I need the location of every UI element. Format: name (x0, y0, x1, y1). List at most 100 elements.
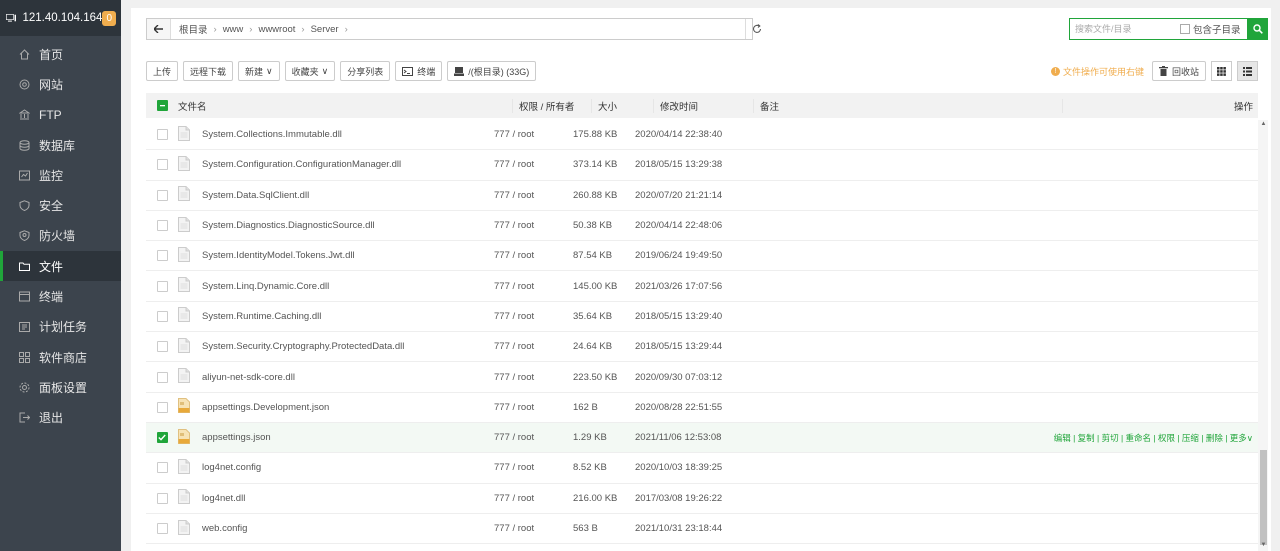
share-list-button[interactable]: 分享列表 (340, 61, 391, 81)
row-checkbox[interactable] (156, 523, 168, 534)
scroll-down-icon[interactable]: ▼ (1260, 542, 1267, 550)
row-checkbox[interactable] (156, 432, 168, 444)
file-permission[interactable]: 777 / root (488, 432, 567, 443)
table-row[interactable]: System.Data.SqlClient.dll 777 / root 260.8… (146, 181, 1258, 211)
file-name[interactable]: appsettings.Development.json (202, 402, 488, 413)
table-row[interactable]: System.Configuration.ConfigurationManage… (146, 150, 1258, 181)
table-row[interactable]: log4net.config 777 / root 8.52 KB 2020/10/0… (146, 453, 1258, 484)
file-name[interactable]: System.Security.Cryptography.ProtectedDa… (202, 341, 488, 352)
header-permission[interactable]: 权限 / 所有者 (512, 98, 591, 113)
sidebar-item-1[interactable]: 网站 (0, 69, 121, 99)
sidebar-item-2[interactable]: FTP (0, 100, 121, 130)
sidebar-item-7[interactable]: 文件 (0, 251, 121, 282)
table-row[interactable]: System.Security.Cryptography.ProtectedDa… (146, 332, 1258, 363)
table-row[interactable]: System.IdentityModel.Tokens.Jwt.dll 777 /… (146, 241, 1258, 272)
row-checkbox[interactable] (156, 492, 168, 504)
refresh-button[interactable] (745, 19, 767, 39)
table-row[interactable]: System.Runtime.Caching.dll 777 / root 35.6… (146, 302, 1258, 333)
file-permission[interactable]: 777 / root (488, 341, 567, 352)
sidebar-item-4[interactable]: 监控 (0, 160, 121, 190)
table-row[interactable]: System.Diagnostics.DiagnosticSource.dll 7… (146, 211, 1258, 242)
file-name[interactable]: appsettings.json (202, 432, 488, 443)
file-permission[interactable]: 777 / root (488, 311, 567, 322)
table-row[interactable]: System.Linq.Dynamic.Core.dll 777 / root 14… (146, 271, 1258, 302)
file-name[interactable]: web.config (202, 523, 488, 534)
terminal-button[interactable]: 终端 (395, 61, 443, 81)
file-name[interactable]: log4net.config (202, 462, 488, 473)
file-permission[interactable]: 777 / root (488, 493, 567, 504)
file-name[interactable]: log4net.dll (202, 493, 488, 504)
row-checkbox[interactable] (156, 129, 168, 141)
notification-badge[interactable]: 0 (102, 10, 116, 26)
file-permission[interactable]: 777 / root (488, 523, 567, 534)
file-permission[interactable]: 777 / root (488, 462, 567, 473)
row-checkbox[interactable] (156, 310, 168, 322)
breadcrumb-item[interactable]: 根目录 (177, 22, 210, 36)
row-checkbox[interactable] (156, 280, 168, 292)
sidebar-item-5[interactable]: 安全 (0, 190, 121, 220)
breadcrumb-item[interactable]: Server (309, 24, 341, 35)
search-button[interactable] (1248, 18, 1268, 40)
table-row[interactable]: appsettings.Development.json 777 / root 16… (146, 393, 1258, 423)
header-modified-time[interactable]: 修改时间 (653, 98, 753, 113)
favorites-button[interactable]: 收藏夹 ∨ (284, 61, 336, 81)
row-checkbox[interactable] (156, 341, 168, 353)
header-size[interactable]: 大小 (591, 98, 653, 113)
row-operation-links[interactable]: 编辑 | 复制 | 剪切 | 重命名 | 权限 | 压缩 | 删除 | 更多∨ (1054, 433, 1253, 443)
file-name[interactable]: System.Configuration.ConfigurationManage… (202, 159, 488, 170)
row-checkbox[interactable] (156, 159, 168, 171)
icon-view-button[interactable] (1211, 61, 1232, 81)
row-checkbox[interactable] (156, 220, 168, 232)
sidebar-item-3[interactable]: 数据库 (0, 130, 121, 160)
sidebar-item-11[interactable]: 面板设置 (0, 372, 121, 402)
table-row[interactable]: aliyun-net-sdk-core.dll 777 / root 223.50 … (146, 362, 1258, 393)
table-row[interactable]: web.config 777 / root 563 B 2021/10/31 23:1… (146, 514, 1258, 545)
recycle-bin-button[interactable]: 回收站 (1151, 61, 1206, 81)
file-permission[interactable]: 777 / root (488, 129, 567, 140)
file-permission[interactable]: 777 / root (488, 190, 567, 201)
file-name[interactable]: System.Linq.Dynamic.Core.dll (202, 281, 488, 292)
include-subdir-toggle[interactable]: 包含子目录 (1180, 22, 1241, 36)
file-permission[interactable]: 777 / root (488, 220, 567, 231)
header-filename[interactable]: 文件名 (178, 99, 512, 113)
row-checkbox[interactable] (156, 371, 168, 383)
breadcrumb-item[interactable]: www (221, 24, 246, 35)
new-button[interactable]: 新建 ∨ (238, 61, 280, 81)
sidebar-item-6[interactable]: 防火墙 (0, 221, 121, 251)
disk-button[interactable]: /(根目录) (33G) (447, 61, 537, 81)
table-row[interactable]: appsettings.json 777 / root 1.29 KB 2021/11… (146, 422, 1258, 454)
file-name[interactable]: System.Collections.Immutable.dll (202, 129, 488, 140)
scroll-up-icon[interactable]: ▲ (1260, 121, 1267, 129)
row-checkbox[interactable] (156, 250, 168, 262)
back-button[interactable] (147, 19, 171, 39)
sidebar-item-10[interactable]: 软件商店 (0, 342, 121, 372)
file-name[interactable]: aliyun-net-sdk-core.dll (202, 372, 488, 383)
row-checkbox[interactable] (156, 462, 168, 474)
upload-button[interactable]: 上传 (146, 61, 179, 81)
select-all-checkbox[interactable] (156, 100, 168, 111)
sidebar-item-8[interactable]: 终端 (0, 281, 121, 311)
sidebar-item-12[interactable]: 退出 (0, 403, 121, 433)
row-checkbox[interactable] (156, 189, 168, 201)
file-name[interactable]: System.Diagnostics.DiagnosticSource.dll (202, 220, 488, 231)
file-permission[interactable]: 777 / root (488, 402, 567, 413)
file-permission[interactable]: 777 / root (488, 281, 567, 292)
context-menu-hint[interactable]: ! 文件操作可使用右键 (1050, 65, 1144, 78)
file-name[interactable]: System.IdentityModel.Tokens.Jwt.dll (202, 250, 488, 261)
sidebar-item-9[interactable]: 计划任务 (0, 312, 121, 342)
table-row[interactable]: System.Collections.Immutable.dll 777 / ro… (146, 120, 1258, 151)
list-view-button[interactable] (1237, 61, 1258, 81)
breadcrumb-item[interactable]: wwwroot (256, 24, 297, 35)
file-name[interactable]: System.Runtime.Caching.dll (202, 311, 488, 322)
path-input[interactable]: 根目录 › www › wwwroot › Server › (146, 18, 761, 40)
file-permission[interactable]: 777 / root (488, 159, 567, 170)
file-permission[interactable]: 777 / root (488, 372, 567, 383)
sidebar-item-0[interactable]: 首页 (0, 39, 121, 69)
file-permission[interactable]: 777 / root (488, 250, 567, 261)
remote-download-button[interactable]: 远程下载 (183, 61, 234, 81)
vertical-scrollbar[interactable]: ▲ ▼ (1258, 120, 1268, 551)
search-input[interactable] (1070, 24, 1180, 34)
file-name[interactable]: System.Data.SqlClient.dll (202, 190, 488, 201)
scroll-thumb[interactable] (1260, 450, 1267, 545)
row-checkbox[interactable] (156, 401, 168, 413)
